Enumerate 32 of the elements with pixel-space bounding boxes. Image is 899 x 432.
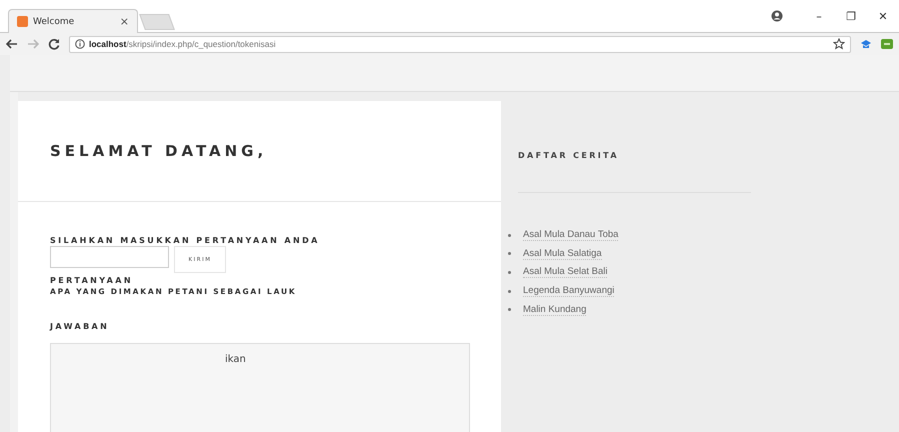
prompt-label: SILAHKAN MASUKKAN PERTANYAAN ANDA — [50, 236, 321, 245]
browser-tab[interactable]: Welcome × — [8, 9, 138, 33]
extension-icon[interactable] — [881, 39, 893, 49]
favicon-icon — [17, 16, 28, 27]
question-field[interactable] — [50, 246, 169, 268]
window-control[interactable]: ❐ — [835, 10, 867, 22]
story-link[interactable]: Asal Mula Danau Toba — [523, 229, 618, 242]
bullet-icon — [508, 308, 511, 312]
reload-icon[interactable] — [48, 38, 60, 50]
question-label: PERTANYAAN — [50, 276, 134, 285]
back-icon[interactable] — [6, 39, 18, 49]
story-link[interactable]: Malin Kundang — [523, 304, 586, 316]
story-link[interactable]: Asal Mula Salatiga — [523, 248, 602, 260]
close-tab-button[interactable]: × — [120, 15, 129, 28]
bullet-icon — [508, 270, 511, 274]
story-link[interactable]: Legenda Banyuwangi — [523, 285, 614, 298]
bullet-icon — [508, 290, 511, 293]
answer-label: JAWABAN — [50, 322, 110, 331]
info-icon — [75, 39, 85, 49]
bullet-icon — [508, 252, 511, 256]
story-link[interactable]: Asal Mula Selat Bali — [523, 266, 608, 278]
bullet-icon — [508, 234, 511, 237]
address-bar[interactable]: localhost/skripsi/index.php/c_question/tokenisasi — [69, 36, 851, 52]
profile-icon[interactable] — [771, 10, 783, 22]
window-control[interactable]: ✕ — [867, 10, 899, 22]
answer-text: ikan — [225, 354, 246, 365]
extension-icon[interactable] — [860, 38, 872, 50]
page-title: SELAMAT DATANG, — [50, 142, 268, 160]
window-control[interactable]: – — [803, 10, 835, 22]
star-icon[interactable] — [833, 38, 845, 50]
sidebar-title: DAFTAR CERITA — [518, 151, 620, 160]
tab-title: Welcome — [33, 16, 76, 26]
